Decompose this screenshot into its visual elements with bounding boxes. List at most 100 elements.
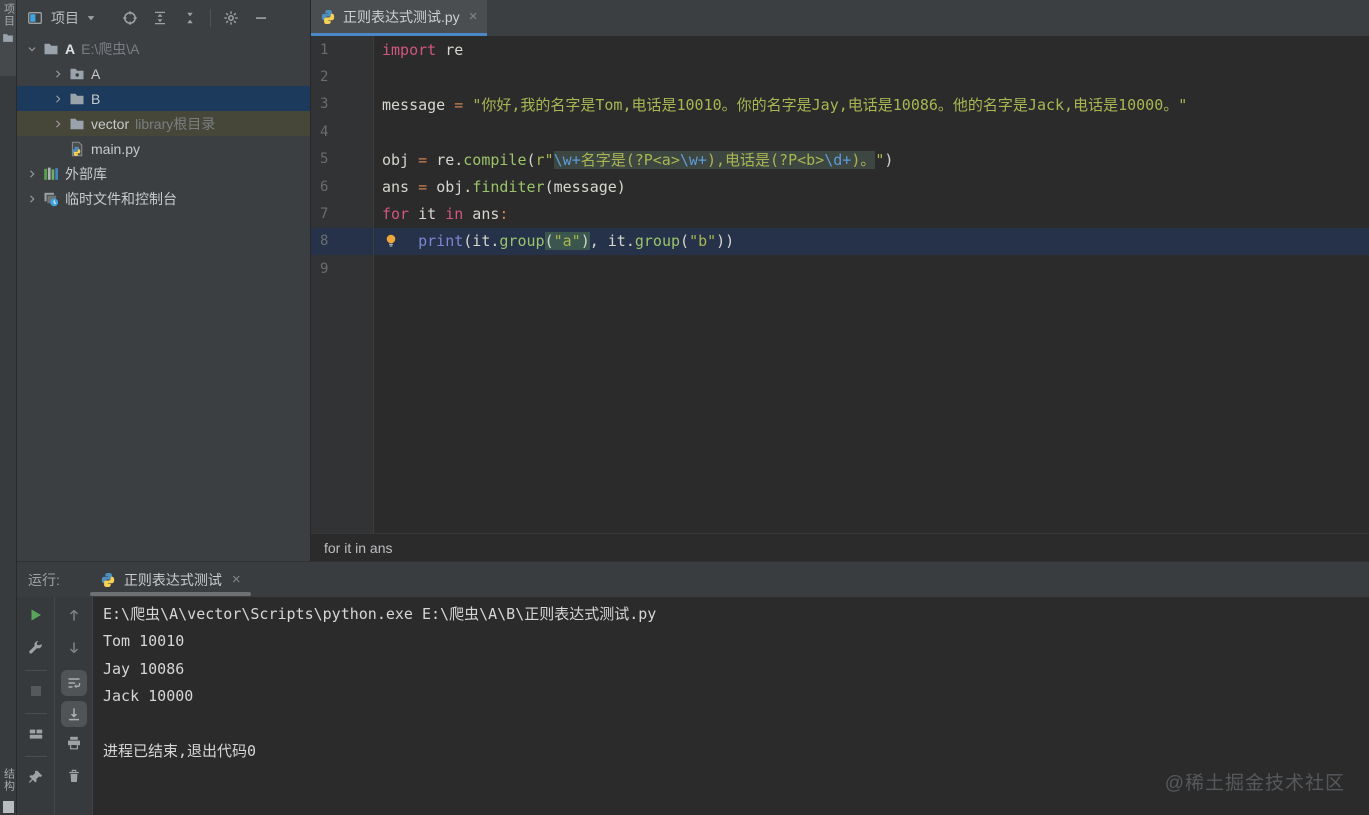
console-line: Jack 10000 xyxy=(103,687,194,706)
line-content: ans = obj.finditer(message) xyxy=(382,177,626,196)
hide-button[interactable] xyxy=(248,6,274,30)
chevron-right-icon[interactable] xyxy=(47,68,69,80)
expand-all-button[interactable] xyxy=(147,6,173,30)
settings-gear-button[interactable] xyxy=(218,6,244,30)
restore-layout-icon xyxy=(28,726,44,742)
console-line: Tom 10010 xyxy=(103,632,185,651)
tool-window-button-structure[interactable]: 结构 xyxy=(0,768,16,813)
arrow-up-button[interactable] xyxy=(63,604,85,626)
tree-item-suffix: library根目录 xyxy=(135,115,216,132)
chevron-right-icon[interactable] xyxy=(47,93,69,105)
collapse-all-button[interactable] xyxy=(177,6,203,30)
folder-icon xyxy=(2,32,14,44)
chevron-down-icon[interactable] xyxy=(21,43,43,55)
project-stripe-label: 项目 xyxy=(2,3,15,27)
line-number: 1 xyxy=(320,41,329,58)
project-panel-toolbar xyxy=(117,6,274,30)
breadcrumb[interactable]: for it in ans xyxy=(311,533,1369,561)
trash-icon xyxy=(66,768,82,784)
chevron-right-icon[interactable] xyxy=(47,118,69,130)
scratches-icon xyxy=(43,191,59,207)
python-file-icon xyxy=(100,572,116,588)
tree-item-label: A xyxy=(91,65,101,82)
line-number: 2 xyxy=(320,69,329,86)
folder-dot-icon xyxy=(69,66,85,82)
code-lines: 1 import re 2 3 message = "你好,我的名字是Tom,电话是10… xyxy=(311,36,1369,283)
arrow-up-icon xyxy=(66,607,82,623)
tree-item-main.py[interactable]: main.py xyxy=(17,136,310,161)
line-content: print(it.group("a"), it.group("b")) xyxy=(373,232,1369,251)
stop-icon xyxy=(28,683,44,699)
wrench-icon xyxy=(28,640,44,656)
toolbar-divider xyxy=(24,713,47,714)
soft-wrap-button[interactable] xyxy=(60,670,87,696)
editor-tab[interactable]: 正则表达式测试.py × xyxy=(311,0,488,36)
collapse-all-icon xyxy=(182,10,198,26)
tree-item-B[interactable]: B xyxy=(17,86,310,111)
tree-item-vector[interactable]: vector library根目录 xyxy=(17,111,310,136)
run-label: 运行: xyxy=(28,571,60,588)
wrench-button[interactable] xyxy=(25,637,47,659)
line-number: 5 xyxy=(320,151,329,168)
soft-wrap-icon xyxy=(66,675,82,691)
code-line-8[interactable]: 8 print(it.group("a"), it.group("b")) xyxy=(311,227,1369,256)
editor-tab-title: 正则表达式测试.py xyxy=(343,8,460,25)
run-toolbar xyxy=(17,597,93,815)
code-editor[interactable]: 1 import re 2 3 message = "你好,我的名字是Tom,电话是10… xyxy=(311,36,1369,533)
tree-item-label: A xyxy=(65,40,76,57)
project-tree: A E:\爬虫\A A Bvector library根目录 main.py 外部库 临时文件… xyxy=(17,36,310,561)
code-line-4[interactable]: 4 xyxy=(311,118,1369,145)
intention-bulb-icon[interactable] xyxy=(383,233,399,249)
code-line-9[interactable]: 9 xyxy=(311,255,1369,282)
tree-item-外部库[interactable]: 外部库 xyxy=(17,161,310,186)
scroll-to-end-button[interactable] xyxy=(60,701,87,727)
structure-stripe-label: 结构 xyxy=(2,768,15,792)
python-file-icon xyxy=(69,141,85,157)
editor-tab-bar: 正则表达式测试.py × xyxy=(311,0,1369,36)
close-icon[interactable]: × xyxy=(232,572,241,587)
console-line: 进程已结束,退出代码0 xyxy=(103,742,257,761)
locate-icon xyxy=(122,10,138,26)
arrow-down-button[interactable] xyxy=(63,637,85,659)
locate-button[interactable] xyxy=(117,6,143,30)
trash-button[interactable] xyxy=(63,765,85,787)
left-tool-stripe: 项目 结构 xyxy=(0,0,17,815)
project-view-title[interactable]: 项目 xyxy=(51,8,79,28)
rerun-button[interactable] xyxy=(25,604,47,626)
code-line-5[interactable]: 5 obj = re.compile(r"\w+名字是(?P<a>\w+),电话是… xyxy=(311,146,1369,173)
tree-item-label: B xyxy=(91,90,101,107)
line-content: obj = re.compile(r"\w+名字是(?P<a>\w+),电话是(… xyxy=(382,150,894,169)
stripe-square-icon xyxy=(2,801,14,813)
watermark: @稀土掘金技术社区 xyxy=(1164,773,1345,794)
pycharm-window: 项目 结构 项目 A E:\爬虫\A A Bvector library根目录 main.… xyxy=(0,0,1369,815)
hide-icon xyxy=(253,10,269,26)
printer-icon xyxy=(66,735,82,751)
tree-item-suffix: E:\爬虫\A xyxy=(81,40,140,57)
chevron-right-icon[interactable] xyxy=(21,168,43,180)
restore-layout-button[interactable] xyxy=(25,723,47,745)
code-line-6[interactable]: 6 ans = obj.finditer(message) xyxy=(311,173,1369,200)
line-number: 7 xyxy=(320,206,329,223)
code-line-3[interactable]: 3 message = "你好,我的名字是Tom,电话是10010。你的名字是Ja… xyxy=(311,91,1369,118)
code-line-7[interactable]: 7 for it in ans: xyxy=(311,200,1369,227)
tree-item-A[interactable]: A E:\爬虫\A xyxy=(17,36,310,61)
line-number: 8 xyxy=(320,233,329,250)
chevron-down-icon[interactable] xyxy=(85,12,97,24)
line-content: message = "你好,我的名字是Tom,电话是10010。你的名字是Jay… xyxy=(382,95,1188,114)
tree-item-label: vector xyxy=(91,115,130,132)
chevron-right-icon[interactable] xyxy=(21,193,43,205)
printer-button[interactable] xyxy=(63,732,85,754)
run-tab[interactable]: 正则表达式测试 × xyxy=(89,562,251,597)
breadcrumb-text: for it in ans xyxy=(324,539,393,556)
code-line-2[interactable]: 2 xyxy=(311,63,1369,90)
tree-item-A[interactable]: A xyxy=(17,61,310,86)
rerun-icon xyxy=(28,607,44,623)
close-icon[interactable]: × xyxy=(469,9,478,24)
tool-window-button-project[interactable]: 项目 xyxy=(0,0,16,76)
code-line-1[interactable]: 1 import re xyxy=(311,36,1369,63)
python-file-icon xyxy=(320,9,336,25)
tree-item-临时文件和控制台[interactable]: 临时文件和控制台 xyxy=(17,186,310,211)
editor-column: 正则表达式测试.py × 1 import re 2 3 message = "你好,我… xyxy=(311,0,1369,561)
pin-button[interactable] xyxy=(25,766,47,788)
